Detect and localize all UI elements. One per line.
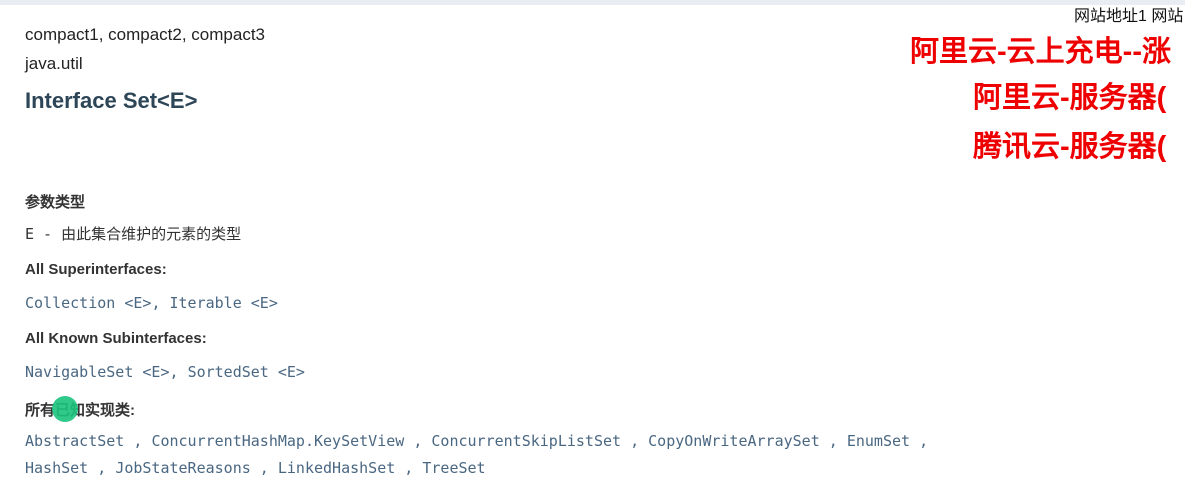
subinterfaces-list: NavigableSet <E>, SortedSet <E> xyxy=(25,363,305,381)
implementing-class-link[interactable]: CopyOnWriteArraySet xyxy=(648,432,820,450)
subinterface-link[interactable]: SortedSet <E> xyxy=(188,363,305,381)
param-separator: - xyxy=(34,225,62,243)
implementing-classes-row-1: AbstractSet , ConcurrentHashMap.KeySetVi… xyxy=(25,432,929,450)
param-name: E xyxy=(25,225,35,243)
ad-site-address[interactable]: 网站地址1 网站 xyxy=(1074,2,1183,26)
param-description: 由此集合维护的元素的类型 xyxy=(61,225,242,243)
implementing-classes-row-2: HashSet , JobStateReasons , LinkedHashSe… xyxy=(25,459,486,477)
implementing-class-link[interactable]: TreeSet xyxy=(422,459,485,477)
page-title: Interface Set<E> xyxy=(25,88,198,113)
implementing-class-link[interactable]: HashSet xyxy=(25,459,88,477)
package-name: java.util xyxy=(25,54,83,73)
implementing-class-link[interactable]: JobStateReasons xyxy=(115,459,250,477)
modules-line: compact1, compact2, compact3 xyxy=(25,25,266,44)
superinterfaces-label: All Superinterfaces: xyxy=(25,261,167,278)
param-types-label: 参数类型 xyxy=(25,194,86,211)
subinterfaces-label: All Known Subinterfaces: xyxy=(25,330,207,347)
implementing-class-link[interactable]: EnumSet xyxy=(847,432,910,450)
ad-aliyun-server[interactable]: 阿里云-服务器( xyxy=(973,74,1166,116)
implementing-classes-label: 所有已知实现类: xyxy=(25,402,135,419)
param-row: E - 由此集合维护的元素的类型 xyxy=(25,223,241,244)
ad-tencent-server[interactable]: 腾讯云-服务器( xyxy=(973,123,1166,165)
implementing-class-link[interactable]: LinkedHashSet xyxy=(278,459,395,477)
superinterfaces-list: Collection <E>, Iterable <E> xyxy=(25,294,278,312)
subinterface-link[interactable]: NavigableSet <E> xyxy=(25,363,170,381)
implementing-class-link[interactable]: ConcurrentSkipListSet xyxy=(431,432,621,450)
mouse-cursor-highlight xyxy=(52,396,78,422)
top-border xyxy=(0,0,1185,5)
ad-aliyun-charge[interactable]: 阿里云-云上充电--涨 xyxy=(910,28,1171,70)
superinterface-link[interactable]: Collection <E> xyxy=(25,294,151,312)
implementing-class-link[interactable]: AbstractSet xyxy=(25,432,124,450)
implementing-class-link[interactable]: ConcurrentHashMap.KeySetView xyxy=(151,432,404,450)
superinterface-link[interactable]: Iterable <E> xyxy=(170,294,278,312)
